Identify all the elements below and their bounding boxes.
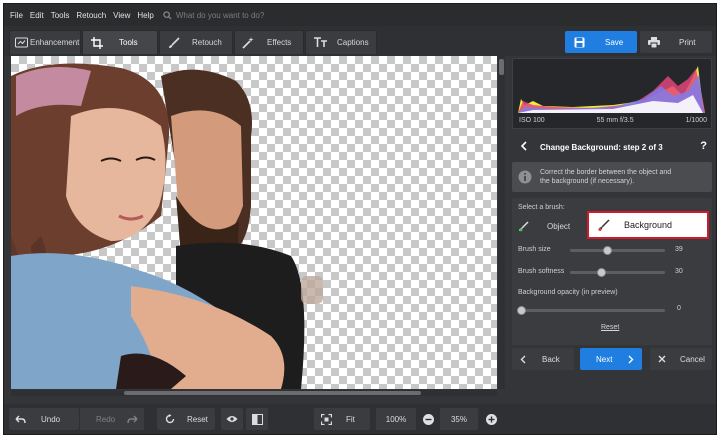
undo-icon [15,415,26,423]
tab-tools[interactable]: Tools [82,30,158,54]
info-icon [518,170,532,184]
menu-view[interactable]: View [113,11,130,20]
object-brush-button[interactable]: Object [518,215,584,237]
zoom-level: 35% [440,408,478,430]
brush-size-value: 39 [675,246,683,253]
chevron-right-icon [628,355,634,363]
zoom-out-icon [422,413,434,425]
print-button[interactable]: Print [640,31,712,53]
step-navigation: Back Next Cancel [512,348,712,370]
step-header: Change Background: step 2 of 3 ? [512,136,712,158]
magic-wand-icon [242,36,254,49]
text-icon [314,37,327,47]
main-toolbar: Enhancement Tools Retouch Effects Captio… [4,26,716,56]
bg-opacity-knob[interactable] [517,306,526,315]
reset-icon [165,414,175,424]
compare-icon [251,413,263,425]
info-text-line2: the background (if necessary). [540,178,635,185]
eye-icon [226,416,238,422]
save-button[interactable]: Save [565,31,637,53]
step-title: Change Background: step 2 of 3 [540,142,663,152]
zoom-in-button[interactable] [482,408,500,430]
object-brush-icon [519,220,529,231]
brush-softness-value: 30 [675,268,683,275]
search-box[interactable]: What do you want to do? [163,10,265,20]
help-button[interactable]: ? [700,140,707,152]
brush-size-knob[interactable] [603,246,612,255]
brush-softness-label: Brush softness [518,268,565,275]
shutter-value: 1/1000 [685,117,707,124]
back-button[interactable]: Back [512,348,574,370]
printer-icon [648,36,660,48]
couple-photo [11,63,323,389]
brush-softness-knob[interactable] [597,268,606,277]
enhancement-icon [15,37,28,48]
horizontal-scroll-thumb[interactable] [124,391,421,395]
fit-button[interactable]: Fit [314,408,370,430]
brush-softness-slider[interactable] [570,271,665,274]
reset-button[interactable]: Reset [157,408,215,430]
chevron-left-icon[interactable] [520,141,527,151]
histogram: ISO 100 55 mm f/3.5 1/1000 [512,58,712,129]
vertical-scrollbar[interactable] [498,56,505,389]
photo-canvas[interactable] [11,56,507,396]
horizontal-scrollbar[interactable] [11,390,497,396]
bg-opacity-label: Background opacity (in preview) [518,289,618,296]
reset-link[interactable]: Reset [601,324,619,331]
redo-button[interactable]: Redo [80,408,144,430]
tab-enhancement[interactable]: Enhancement [9,30,81,54]
crop-icon [91,36,103,49]
brush-settings: Select a brush: Object Background Brush … [512,198,712,345]
menu-bar: File Edit Tools Retouch View Help What d… [4,4,716,26]
select-brush-label: Select a brush: [518,204,565,211]
save-icon [574,37,585,47]
fit-screen-icon [321,413,332,425]
exif-info: ISO 100 55 mm f/3.5 1/1000 [513,117,713,124]
bg-opacity-value: 0 [677,305,681,312]
background-brush-button[interactable]: Background [587,211,709,239]
preview-toggle-button[interactable] [221,408,243,430]
vertical-scroll-thumb[interactable] [499,59,504,75]
search-placeholder: What do you want to do? [175,10,265,20]
close-icon [658,355,666,363]
next-button[interactable]: Next [580,348,642,370]
menu-retouch[interactable]: Retouch [76,11,106,20]
zoom-out-button[interactable] [419,408,437,430]
brush-size-slider[interactable] [570,249,665,252]
menu-file[interactable]: File [10,11,23,20]
zoom-100-button[interactable]: 100% [376,408,416,430]
tab-effects[interactable]: Effects [234,30,304,54]
undo-button[interactable]: Undo [9,408,79,430]
menu-help[interactable]: Help [137,11,153,20]
menu-tools[interactable]: Tools [51,11,70,20]
tab-captions[interactable]: Captions [305,30,377,54]
brush-size-label: Brush size [518,246,551,253]
bottom-toolbar: Undo Redo Reset Fit 100% 35% [4,404,716,434]
compare-button[interactable] [246,408,268,430]
info-box: Correct the border between the object an… [512,162,712,192]
search-icon [163,10,172,20]
brush-icon [169,36,180,48]
info-text-line1: Correct the border between the object an… [540,169,672,176]
histogram-graph [518,66,705,113]
cancel-button[interactable]: Cancel [650,348,712,370]
chevron-left-icon [520,355,526,363]
redo-icon [127,415,138,423]
bg-opacity-slider[interactable] [518,309,665,312]
tab-retouch[interactable]: Retouch [159,30,233,54]
iso-value: ISO 100 [519,117,545,124]
app-window: File Edit Tools Retouch View Help What d… [3,3,717,435]
lens-value: 55 mm f/3.5 [596,117,634,124]
background-brush-icon [598,219,610,231]
zoom-in-icon [485,413,497,425]
menu-edit[interactable]: Edit [30,11,44,20]
